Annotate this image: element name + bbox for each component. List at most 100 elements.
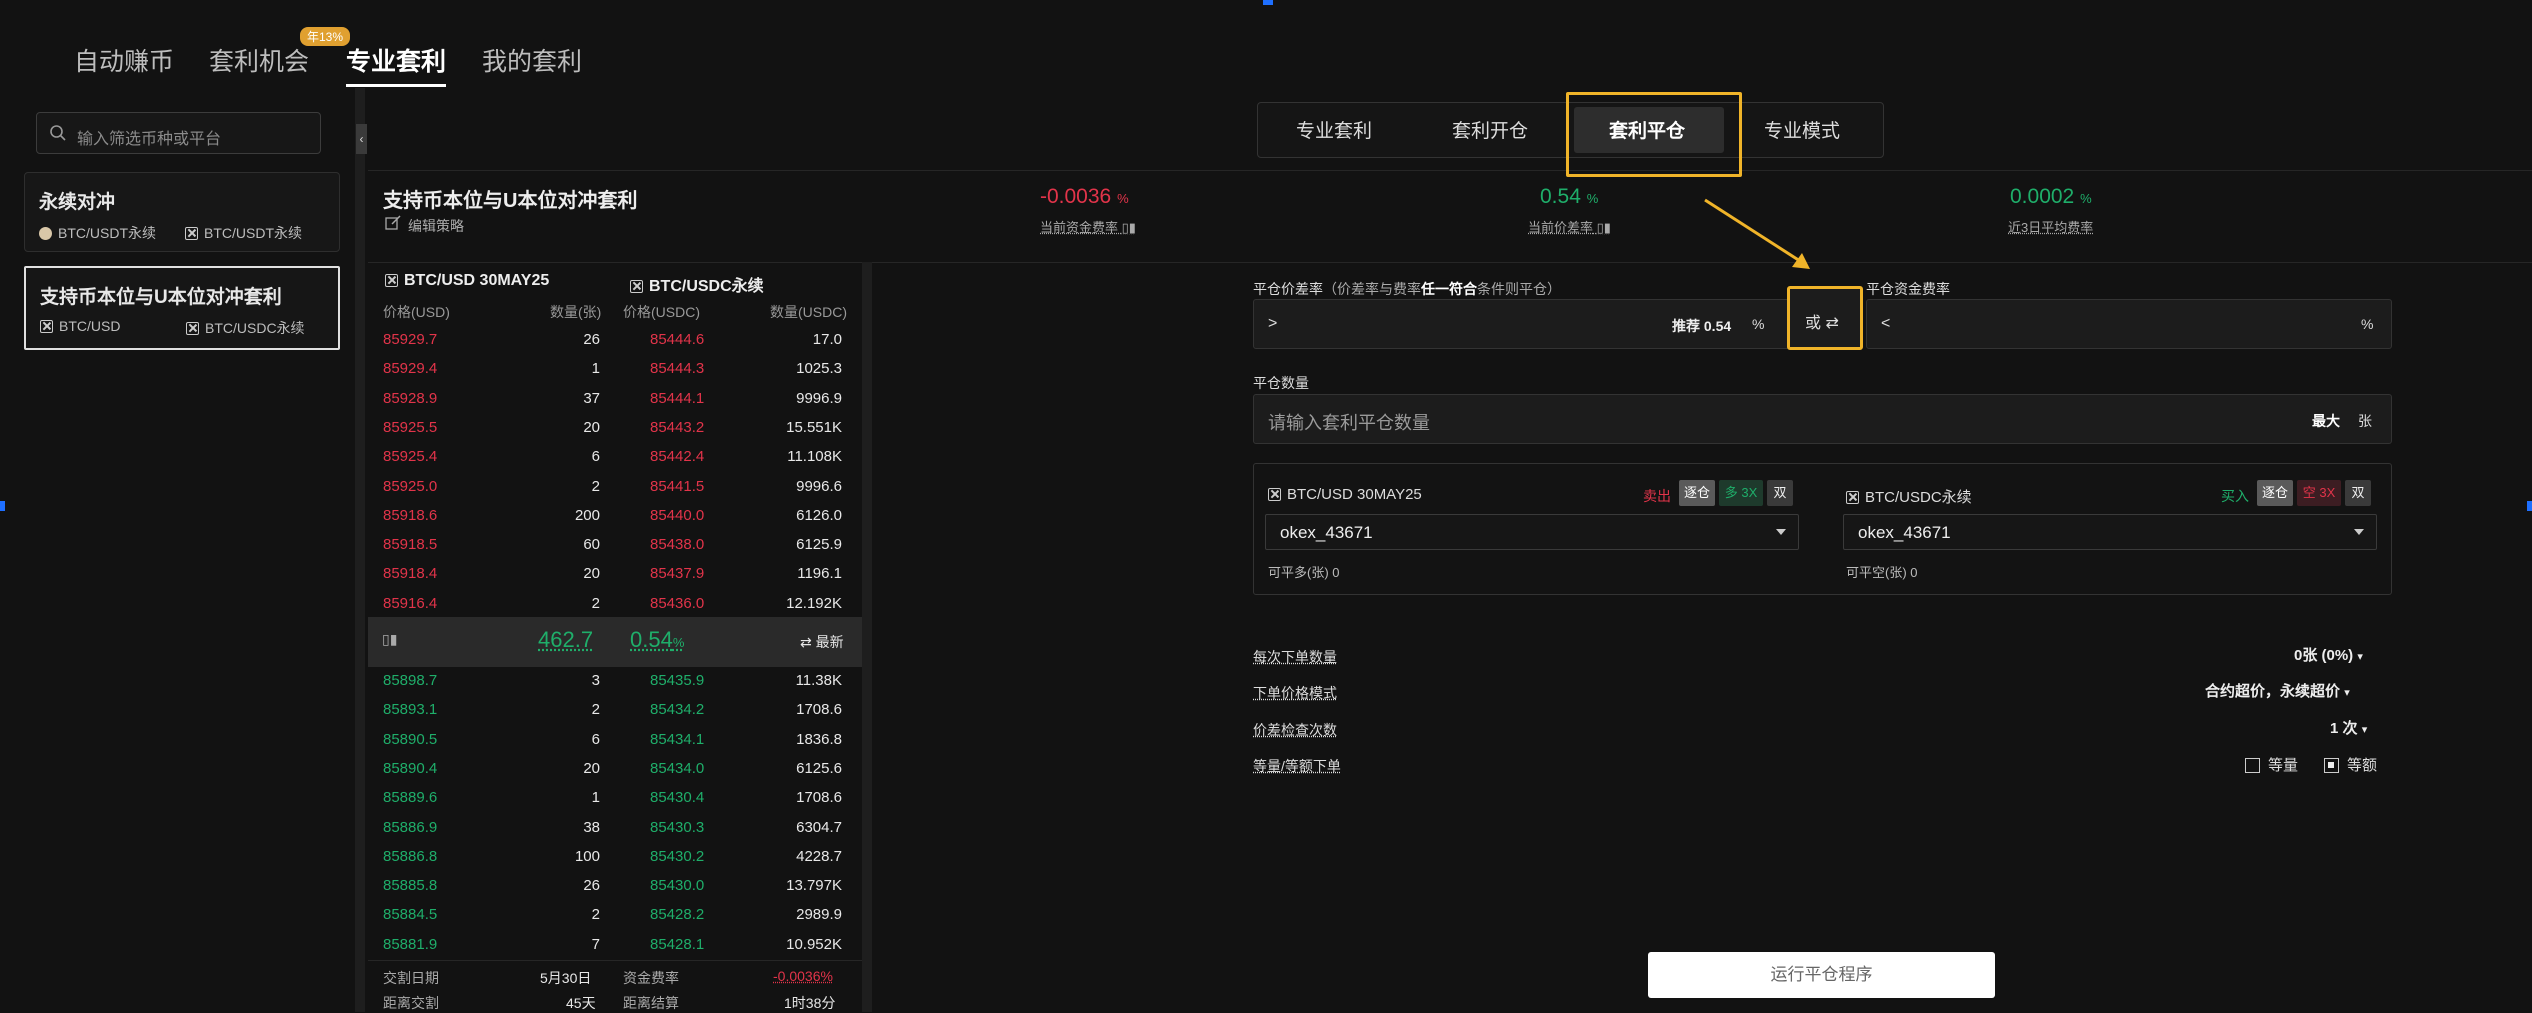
card-leg: BTC/USDT永续 bbox=[185, 223, 302, 243]
margin-mode-chip[interactable]: 逐仓 bbox=[1679, 480, 1715, 506]
ask-cell[interactable]: 85438.0 bbox=[650, 530, 704, 559]
ask-cell[interactable]: 85442.4 bbox=[650, 442, 704, 471]
max-button[interactable]: 最大 bbox=[2312, 411, 2340, 431]
bid-cell[interactable]: 85428.2 bbox=[650, 900, 704, 929]
ask-cell[interactable]: 85918.4 bbox=[383, 559, 437, 588]
position-mode-chip[interactable]: 双 bbox=[2345, 480, 2371, 506]
ask-cell[interactable]: 85441.5 bbox=[650, 472, 704, 501]
bid-cell[interactable]: 85430.2 bbox=[650, 842, 704, 871]
bid-cell[interactable]: 85884.5 bbox=[383, 900, 437, 929]
bid-cell[interactable]: 85430.4 bbox=[650, 783, 704, 812]
bid-cell[interactable]: 85898.7 bbox=[383, 666, 437, 695]
ask-cell[interactable]: 85440.0 bbox=[650, 501, 704, 530]
bid-cell: 11.38K bbox=[722, 666, 842, 695]
margin-mode-chip[interactable]: 逐仓 bbox=[2257, 480, 2293, 506]
bid-cell[interactable]: 85893.1 bbox=[383, 695, 437, 724]
chart-icon[interactable]: ▯▮ bbox=[1597, 220, 1611, 235]
frame-handle bbox=[2527, 501, 2532, 511]
caret-down-icon: ▾ bbox=[2362, 724, 2368, 736]
time-to-delivery-value: 45天 bbox=[566, 993, 596, 1013]
funding-rate-label: 当前资金费率 ▯▮ bbox=[1040, 217, 1136, 236]
run-close-program-button[interactable]: 运行平仓程序 bbox=[1648, 952, 1995, 998]
close-spread-input[interactable]: > 推荐 0.54 % bbox=[1253, 299, 1793, 349]
ask-cell[interactable]: 85925.0 bbox=[383, 472, 437, 501]
ask-cell[interactable]: 85929.7 bbox=[383, 325, 437, 354]
ask-cell: 26 bbox=[480, 325, 600, 354]
mode-tab-expert[interactable]: 专业模式 bbox=[1764, 116, 1840, 143]
leverage-chip[interactable]: 多 3X bbox=[1719, 480, 1763, 506]
leg-left-symbol: BTC/USD 30MAY25 bbox=[1268, 486, 1422, 503]
col-qty-contracts: 数量(张) bbox=[550, 302, 601, 322]
latest-toggle[interactable]: ⇄ 最新 bbox=[800, 632, 844, 652]
bid-cell[interactable]: 85435.9 bbox=[650, 666, 704, 695]
edit-strategy-link[interactable]: 编辑策略 bbox=[408, 216, 464, 236]
bid-cell[interactable]: 85890.5 bbox=[383, 725, 437, 754]
option-check-times-dropdown[interactable]: 1 次 ▾ bbox=[2330, 717, 2367, 738]
bid-cell[interactable]: 85430.0 bbox=[650, 871, 704, 900]
or-toggle-button[interactable]: 或 ⇄ bbox=[1787, 286, 1863, 350]
bid-cell[interactable]: 85430.3 bbox=[650, 813, 704, 842]
recommend-value[interactable]: 推荐 0.54 bbox=[1672, 316, 1731, 336]
ask-cell: 37 bbox=[480, 384, 600, 413]
checkbox-equal-qty[interactable]: 等量 bbox=[2245, 754, 2298, 775]
ask-cell[interactable]: 85437.9 bbox=[650, 559, 704, 588]
position-mode-chip[interactable]: 双 bbox=[1767, 480, 1793, 506]
bid-cell[interactable]: 85881.9 bbox=[383, 930, 437, 959]
bid-cell[interactable]: 85886.8 bbox=[383, 842, 437, 871]
close-funding-input[interactable]: < % bbox=[1866, 299, 2392, 349]
top-tab-opportunities[interactable]: 套利机会 bbox=[209, 42, 309, 78]
leg-left-account-select[interactable]: okex_43671 bbox=[1265, 514, 1799, 550]
top-tab-my-arbitrage[interactable]: 我的套利 bbox=[482, 42, 582, 78]
ask-cell[interactable]: 85929.4 bbox=[383, 354, 437, 383]
strategy-card-coin-u-hedge[interactable]: 支持币本位与U本位对冲套利 BTC/USD BTC/USDC永续 bbox=[24, 266, 340, 350]
bid-cell[interactable]: 85886.9 bbox=[383, 813, 437, 842]
bid-cell[interactable]: 85428.1 bbox=[650, 930, 704, 959]
ask-cell[interactable]: 85918.5 bbox=[383, 530, 437, 559]
leverage-chip[interactable]: 空 3X bbox=[2297, 480, 2341, 506]
close-qty-input[interactable]: 请输入套利平仓数量 最大 张 bbox=[1253, 394, 2392, 444]
collapse-sidebar-button[interactable]: ‹ bbox=[356, 124, 367, 154]
frame-handle bbox=[0, 501, 5, 511]
bid-cell[interactable]: 85885.8 bbox=[383, 871, 437, 900]
edit-icon[interactable] bbox=[385, 215, 401, 231]
divider bbox=[368, 170, 2532, 171]
option-order-qty-dropdown[interactable]: 0张 (0%) ▾ bbox=[2294, 644, 2363, 665]
top-tab-pro-arbitrage[interactable]: 专业套利 bbox=[346, 42, 446, 78]
checkbox-equal-amount[interactable]: 等额 bbox=[2324, 754, 2377, 775]
ask-cell[interactable]: 85444.1 bbox=[650, 384, 704, 413]
bid-cell[interactable]: 85434.0 bbox=[650, 754, 704, 783]
ask-cell[interactable]: 85436.0 bbox=[650, 589, 704, 618]
ask-cell[interactable]: 85918.6 bbox=[383, 501, 437, 530]
leg-left-available: 可平多(张) 0 bbox=[1268, 562, 1340, 581]
ask-cell[interactable]: 85443.2 bbox=[650, 413, 704, 442]
apy-badge: 年13% bbox=[300, 27, 350, 46]
time-to-settlement-value: 1时38分 bbox=[784, 993, 835, 1013]
bid-cell: 100 bbox=[480, 842, 600, 871]
search-input[interactable]: 输入筛选币种或平台 bbox=[36, 112, 321, 154]
close-qty-label: 平仓数量 bbox=[1253, 373, 1309, 393]
bid-cell[interactable]: 85890.4 bbox=[383, 754, 437, 783]
bid-cell: 1 bbox=[480, 783, 600, 812]
ask-cell[interactable]: 85928.9 bbox=[383, 384, 437, 413]
chart-icon[interactable]: ▯▮ bbox=[1122, 220, 1136, 235]
bid-cell[interactable]: 85889.6 bbox=[383, 783, 437, 812]
ask-cell[interactable]: 85444.6 bbox=[650, 325, 704, 354]
ask-cell: 2 bbox=[480, 472, 600, 501]
okx-icon bbox=[385, 274, 398, 287]
caret-down-icon: ▾ bbox=[2357, 651, 2363, 663]
ask-cell[interactable]: 85925.4 bbox=[383, 442, 437, 471]
option-price-mode-dropdown[interactable]: 合约超价，永续超价 ▾ bbox=[2205, 680, 2350, 701]
bid-cell[interactable]: 85434.1 bbox=[650, 725, 704, 754]
mode-tab-pro[interactable]: 专业套利 bbox=[1296, 116, 1372, 143]
ask-cell[interactable]: 85444.3 bbox=[650, 354, 704, 383]
avg-funding-label: 近3日平均费率 bbox=[2008, 217, 2093, 236]
ask-cell[interactable]: 85925.5 bbox=[383, 413, 437, 442]
bid-cell[interactable]: 85434.2 bbox=[650, 695, 704, 724]
mode-tab-open[interactable]: 套利开仓 bbox=[1452, 116, 1528, 143]
top-tab-auto-earn[interactable]: 自动赚币 bbox=[74, 42, 174, 78]
ask-cell[interactable]: 85916.4 bbox=[383, 589, 437, 618]
strategy-card-perpetual-hedge[interactable]: 永续对冲 BTC/USDT永续 BTC/USDT永续 bbox=[24, 172, 340, 252]
chart-icon[interactable]: ▯▮ bbox=[382, 631, 397, 648]
qty-placeholder: 请输入套利平仓数量 bbox=[1268, 409, 1430, 435]
leg-right-account-select[interactable]: okex_43671 bbox=[1843, 514, 2377, 550]
